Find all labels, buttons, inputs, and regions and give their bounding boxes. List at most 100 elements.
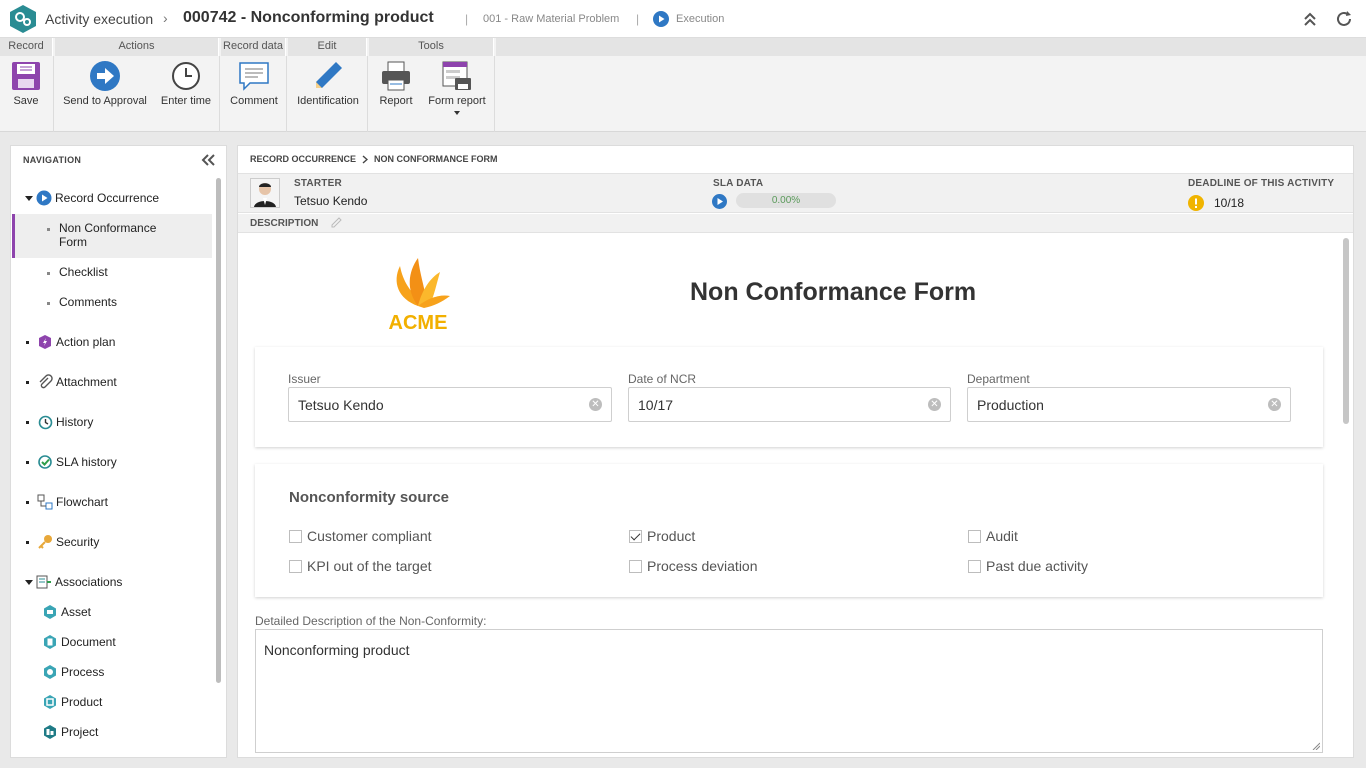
clear-icon[interactable]: ✕ [928, 398, 941, 411]
issuer-label: Issuer [288, 372, 321, 386]
nav-checklist[interactable]: Checklist [47, 265, 108, 279]
checkbox-product[interactable]: Product [629, 528, 695, 544]
checkbox-label: KPI out of the target [307, 558, 432, 574]
nav-process[interactable]: Process [42, 664, 104, 680]
checkbox-kpi[interactable]: KPI out of the target [289, 558, 432, 574]
date-value: 10/17 [638, 397, 674, 413]
avatar [250, 178, 280, 208]
nav-sla-history[interactable]: SLA history [26, 454, 117, 470]
record-title: 000742 - Nonconforming product [183, 9, 434, 26]
enter-time-button[interactable]: Enter time [156, 58, 216, 114]
nav-document[interactable]: Document [42, 634, 116, 650]
caret-down-icon [25, 195, 33, 201]
nav-label: SLA history [56, 455, 117, 469]
nav-label: Attachment [56, 375, 117, 389]
edit-pencil-icon[interactable] [331, 217, 342, 228]
printer-icon [382, 61, 410, 91]
starter-label: STARTER [294, 178, 342, 189]
app-name[interactable]: Activity execution [45, 11, 153, 27]
breadcrumb-item[interactable]: RECORD OCCURRENCE [250, 154, 356, 164]
clear-icon[interactable]: ✕ [1268, 398, 1281, 411]
issuer-field[interactable]: Tetsuo Kendo ✕ [288, 387, 612, 422]
nav-attachment[interactable]: Attachment [26, 374, 117, 390]
paperclip-icon [39, 374, 53, 389]
collapse-left-icon[interactable] [200, 153, 216, 167]
status-label: Execution [676, 13, 725, 25]
execution-play-icon [653, 11, 669, 27]
nav-non-conformance-form[interactable]: Non Conformance Form [47, 221, 157, 249]
nav-label: Document [61, 635, 116, 649]
checkbox-audit[interactable]: Audit [968, 528, 1018, 544]
nav-comments[interactable]: Comments [47, 295, 117, 309]
checkbox-label: Past due activity [986, 558, 1088, 574]
nav-project[interactable]: Project [42, 724, 98, 740]
product-icon [44, 695, 56, 709]
navigation-panel: NAVIGATION Record Occurrence Non Conform… [10, 145, 227, 758]
send-to-approval-button[interactable]: Send to Approval [60, 58, 150, 114]
checkbox-process-deviation[interactable]: Process deviation [629, 558, 758, 574]
nav-associations[interactable]: Associations [25, 574, 122, 590]
nav-asset[interactable]: Asset [42, 604, 91, 620]
nav-action-plan[interactable]: Action plan [26, 334, 115, 350]
sla-history-icon [38, 455, 52, 469]
nav-label: Record Occurrence [55, 191, 160, 205]
process-icon [44, 665, 56, 679]
separator: | [636, 12, 640, 26]
refresh-icon[interactable] [1335, 10, 1353, 28]
description-label: DESCRIPTION [250, 218, 319, 229]
date-label: Date of NCR [628, 372, 697, 386]
report-button[interactable]: Report [374, 58, 418, 114]
comment-button[interactable]: Comment [225, 58, 283, 114]
arrow-right-circle-icon [90, 61, 120, 91]
detail-label: Detailed Description of the Non-Conformi… [255, 614, 487, 628]
identification-button[interactable]: Identification [292, 58, 364, 114]
app-logo-icon [10, 5, 36, 33]
checkbox-label: Product [647, 528, 696, 544]
save-button[interactable]: Save [5, 58, 47, 114]
play-circle-icon [36, 190, 52, 206]
nav-label: Non Conformance [59, 221, 157, 235]
clear-icon[interactable]: ✕ [589, 398, 602, 411]
group-tools: Tools [369, 38, 494, 56]
checkbox-customer-compliant[interactable]: Customer compliant [289, 528, 432, 544]
sla-play-icon[interactable] [712, 194, 727, 209]
nav-flowchart[interactable]: Flowchart [26, 494, 108, 510]
deadline-label: DEADLINE OF THIS ACTIVITY [1188, 178, 1335, 189]
document-icon [44, 635, 56, 649]
form-report-label: Form report [428, 95, 486, 107]
detail-textarea[interactable]: Nonconforming product [255, 629, 1323, 753]
resize-handle-icon[interactable] [1312, 742, 1320, 750]
chevron-right-icon: › [163, 10, 168, 26]
nav-label: Asset [61, 605, 92, 619]
nav-record-occurrence[interactable]: Record Occurrence [25, 190, 159, 206]
issuer-value: Tetsuo Kendo [298, 397, 384, 413]
sla-progress-bar: 0.00% [736, 193, 836, 208]
section-title: Nonconformity source [289, 489, 450, 506]
deadline-value: 10/18 [1214, 196, 1245, 210]
nav-label: Product [61, 695, 103, 709]
comment-label: Comment [230, 95, 278, 107]
pencil-icon [316, 62, 342, 88]
clock-icon [172, 62, 200, 90]
navigation-title: NAVIGATION [23, 155, 82, 165]
department-field[interactable]: Production ✕ [967, 387, 1291, 422]
form-scrollbar[interactable] [1343, 238, 1349, 424]
save-icon [12, 62, 40, 90]
process-name: 001 - Raw Material Problem [483, 13, 620, 25]
date-field[interactable]: 10/17 ✕ [628, 387, 951, 422]
department-label: Department [967, 372, 1030, 386]
form-report-button[interactable]: Form report [424, 58, 490, 115]
acme-logo: ACME [389, 258, 450, 334]
sidebar-scrollbar[interactable] [216, 178, 221, 683]
group-empty [496, 38, 1366, 56]
department-value: Production [977, 397, 1044, 413]
dropdown-arrow-icon[interactable] [454, 111, 460, 115]
asset-icon [44, 605, 56, 619]
checkbox-past-due[interactable]: Past due activity [968, 558, 1088, 574]
nav-product[interactable]: Product [42, 694, 102, 710]
nav-security[interactable]: Security [26, 534, 99, 550]
collapse-up-icon[interactable] [1302, 11, 1318, 27]
acme-logo-text: ACME [389, 312, 448, 334]
title-bar: Activity execution › 000742 - Nonconform… [0, 0, 1366, 38]
nav-history[interactable]: History [26, 414, 93, 430]
